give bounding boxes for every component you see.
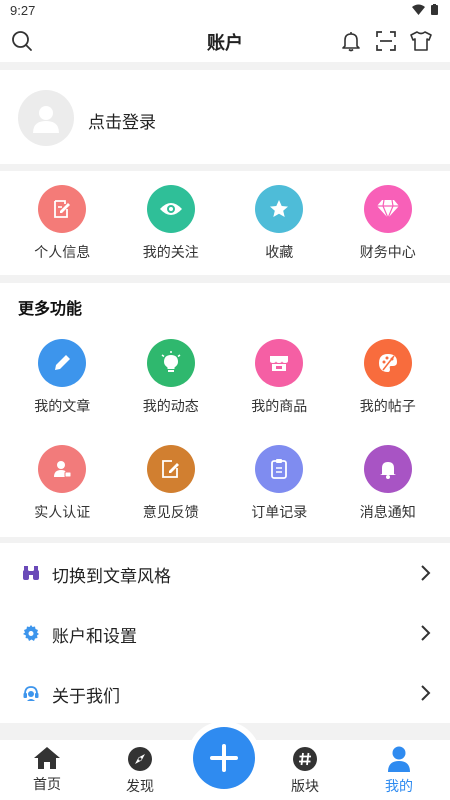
eye-icon: [146, 185, 195, 233]
plus-icon: [210, 744, 238, 772]
tab-label: 我的: [385, 778, 413, 794]
binoculars-icon: [22, 564, 40, 582]
palette-icon: [363, 339, 412, 387]
feature-label: 实人认证: [34, 504, 91, 520]
feature-label: 意见反馈: [142, 504, 199, 520]
quick-item-label: 收藏: [265, 244, 294, 260]
tab-home[interactable]: 首页: [17, 746, 77, 794]
quick-item-favorites[interactable]: 收藏: [225, 185, 334, 262]
menu-item-label: 切换到文章风格: [52, 567, 171, 586]
menu-item-label: 账户和设置: [52, 627, 137, 646]
feature-order-records[interactable]: 订单记录: [225, 445, 334, 522]
feedback-edit-icon: [146, 445, 195, 493]
system-icons: [412, 4, 438, 15]
login-card[interactable]: 点击登录: [0, 70, 450, 164]
home-icon: [34, 747, 60, 769]
chevron-right-icon: [421, 565, 431, 581]
login-link[interactable]: 点击登录: [88, 108, 156, 133]
user-placeholder-icon: [33, 106, 59, 133]
bulb-icon: [146, 339, 195, 387]
add-post-button[interactable]: [193, 727, 255, 789]
feature-my-products[interactable]: 我的商品: [225, 339, 334, 416]
settings-menu: 切换到文章风格 账户和设置 关于我们: [0, 543, 450, 723]
menu-item-label: 关于我们: [52, 687, 120, 706]
chevron-right-icon: [421, 625, 431, 641]
quick-item-profile[interactable]: 个人信息: [8, 185, 117, 262]
headset-icon: [22, 684, 40, 702]
quick-item-finance[interactable]: 财务中心: [334, 185, 443, 262]
gear-icon: [22, 624, 40, 642]
tab-discover[interactable]: 发现: [110, 746, 170, 796]
bell-icon: [363, 445, 412, 493]
compass-icon: [128, 747, 152, 771]
status-time: 9:27: [10, 3, 36, 18]
scan-icon[interactable]: [373, 28, 399, 54]
menu-item-about-us[interactable]: 关于我们: [0, 663, 450, 723]
star-icon: [255, 185, 304, 233]
feature-label: 我的商品: [251, 398, 308, 414]
feature-feedback[interactable]: 意见反馈: [117, 445, 226, 522]
avatar[interactable]: [18, 90, 74, 146]
shirt-icon[interactable]: [408, 28, 434, 54]
tab-label: 发现: [126, 778, 154, 794]
feature-label: 消息通知: [359, 504, 416, 520]
wifi-icon: [412, 4, 425, 15]
edit-document-icon: [38, 185, 87, 233]
tab-label: 版块: [291, 778, 319, 794]
feature-my-posts[interactable]: 我的帖子: [334, 339, 443, 416]
id-user-icon: [38, 445, 87, 493]
feature-label: 我的动态: [142, 398, 199, 414]
store-icon: [255, 339, 304, 387]
quick-item-label: 我的关注: [142, 244, 199, 260]
pencil-icon: [38, 339, 87, 387]
chevron-right-icon: [421, 685, 431, 701]
tab-mine[interactable]: 我的: [369, 746, 429, 796]
user-icon: [388, 746, 410, 772]
quick-item-label: 财务中心: [359, 244, 416, 260]
feature-label: 我的帖子: [359, 398, 416, 414]
quick-item-follow[interactable]: 我的关注: [117, 185, 226, 262]
clipboard-icon: [255, 445, 304, 493]
app-header: 账户: [0, 20, 450, 62]
feature-label: 订单记录: [251, 504, 308, 520]
quick-item-label: 个人信息: [34, 244, 91, 260]
section-title: 更多功能: [18, 301, 83, 318]
feature-my-moments[interactable]: 我的动态: [117, 339, 226, 416]
feature-my-articles[interactable]: 我的文章: [8, 339, 117, 416]
menu-item-switch-style[interactable]: 切换到文章风格: [0, 543, 450, 603]
tab-label: 首页: [33, 776, 61, 792]
quick-actions: 个人信息 我的关注 收藏 财务中心: [0, 171, 450, 275]
tab-sections[interactable]: 版块: [275, 746, 335, 796]
bell-icon[interactable]: [338, 28, 364, 54]
battery-icon: [431, 4, 438, 15]
status-bar: 9:27: [0, 0, 450, 20]
more-features: 更多功能 我的文章 我的动态 我的商品 我的帖子 实人认证 意见反馈 订单记录 …: [0, 283, 450, 537]
menu-item-account-settings[interactable]: 账户和设置: [0, 603, 450, 663]
feature-label: 我的文章: [34, 398, 91, 414]
feature-notifications[interactable]: 消息通知: [334, 445, 443, 522]
hash-icon: [293, 747, 317, 771]
diamond-icon: [363, 185, 412, 233]
feature-real-name-verify[interactable]: 实人认证: [8, 445, 117, 522]
